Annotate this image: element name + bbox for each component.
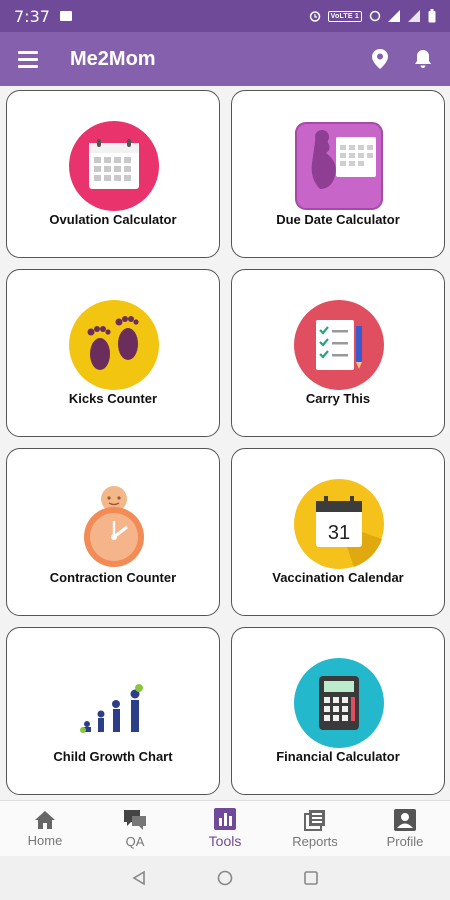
nav-label: Reports [292,833,338,849]
tool-label: Carry This [305,391,371,406]
tool-card-ovulation-calculator[interactable]: Ovulation Calculator [6,90,220,258]
image-notification-icon [59,11,72,21]
calendar-icon [69,121,159,211]
tool-card-contraction-counter[interactable]: Contraction Counter [6,448,220,616]
alarm-icon [309,11,320,22]
tool-card-child-growth-chart[interactable]: Child Growth Chart [6,627,220,795]
status-bar: 7:37 VoLTE 1 [0,0,450,32]
tool-card-vaccination-calendar[interactable]: 31 Vaccination Calendar [231,448,445,616]
tool-label: Kicks Counter [68,391,158,406]
signal-icon [388,10,400,22]
nav-label: Home [27,832,63,848]
menu-icon[interactable] [18,51,38,68]
bottom-navigation: Home QA Tools Reports Profile [0,800,450,856]
nav-label: QA [125,833,145,849]
calendar-day-text: 31 [328,522,350,544]
tool-card-due-date-calculator[interactable]: Due Date Calculator [231,90,445,258]
system-navigation-bar [0,856,450,900]
signal-2-icon [408,10,420,22]
recents-icon[interactable] [303,870,319,886]
back-icon[interactable] [131,870,147,886]
nav-tools[interactable]: Tools [180,801,270,856]
data-saver-icon [369,10,381,22]
profile-icon [394,808,416,831]
tool-card-financial-calculator[interactable]: Financial Calculator [231,627,445,795]
nav-qa[interactable]: QA [90,801,180,856]
tool-card-kicks-counter[interactable]: Kicks Counter [6,269,220,437]
nav-home[interactable]: Home [0,801,90,856]
calendar-31-icon: 31 [294,479,384,569]
status-indicators: VoLTE 1 [309,9,436,23]
home-icon [35,810,55,829]
calculator-icon [294,658,384,748]
tools-grid: Ovulation Calculator Due Date Calculator… [0,86,450,800]
tool-label: Child Growth Chart [53,749,173,764]
nav-label: Profile [386,833,424,849]
footprints-icon [69,300,159,390]
tool-label: Due Date Calculator [276,212,400,227]
volte-badge: VoLTE 1 [327,10,362,22]
chat-icon [124,809,146,830]
tool-label: Ovulation Calculator [49,212,177,227]
tool-label: Contraction Counter [49,570,177,585]
app-bar: Me2Mom [0,32,450,86]
tool-label: Financial Calculator [276,749,400,764]
bar-chart-icon [214,808,236,830]
tool-card-carry-this[interactable]: Carry This [231,269,445,437]
pregnancy-calendar-icon [295,122,383,210]
checklist-icon [294,300,384,390]
tool-label: Vaccination Calendar [272,570,404,585]
nav-profile[interactable]: Profile [360,801,450,856]
app-title: Me2Mom [70,47,156,70]
home-circle-icon[interactable] [217,870,233,886]
location-pin-icon[interactable] [372,49,388,69]
reports-icon [304,809,325,831]
notification-bell-icon[interactable] [414,49,432,69]
growth-figures-icon [80,684,143,733]
nav-label: Tools [208,833,242,849]
clock-baby-icon [84,486,144,567]
status-time: 7:37 [14,6,50,26]
nav-reports[interactable]: Reports [270,801,360,856]
battery-icon [428,9,436,23]
